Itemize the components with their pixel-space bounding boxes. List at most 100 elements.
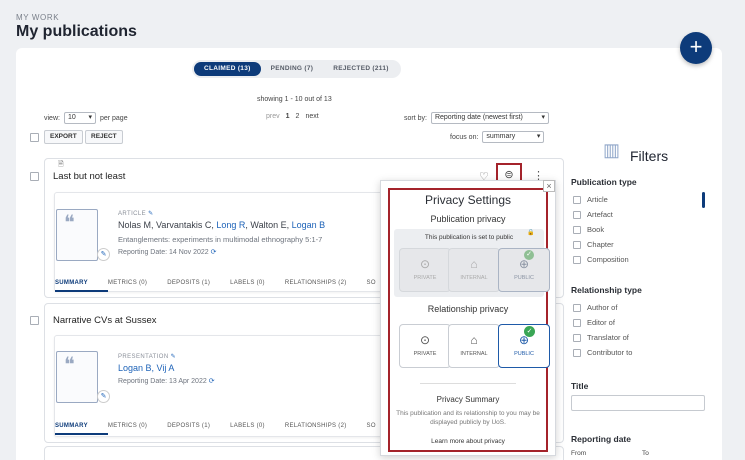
edit-icon[interactable]: ✎ [97,248,110,261]
filter-option[interactable]: Book [573,225,629,234]
publication-subtabs: SUMMARY METRICS (0) DEPOSITS (1) LABELS … [55,423,396,435]
publication-privacy-heading: Publication privacy [430,214,506,224]
publication-checkbox[interactable] [30,316,39,325]
close-icon[interactable]: × [543,180,555,192]
pagination: prev 1 2 next [266,113,319,120]
focus-select-value: summary [486,133,516,140]
next-link[interactable]: next [305,113,318,120]
reporting-date: Reporting Date: 14 Nov 2022 ⟳ [118,248,217,256]
publication-internal-option[interactable]: ⌂ INTERNAL [448,248,500,292]
publication-type: PRESENTATION ✎ [118,353,176,360]
lock-icon: 🔒 [527,230,535,236]
publication-privacy-note: This publication is set to public [424,234,514,241]
option-label: PUBLIC [514,275,534,281]
building-icon: ⌂ [470,257,478,271]
filter-checkbox[interactable] [573,195,581,204]
subtab-deposits[interactable]: DEPOSITS (1) [167,280,230,292]
filter-option[interactable]: Artefact [573,210,629,219]
chevron-down-icon: ▾ [536,133,541,140]
authors-text: Nolas M, Varvantakis C, [118,220,217,230]
filter-checkbox[interactable] [573,240,581,249]
subtab-metrics[interactable]: METRICS (0) [108,280,167,292]
subtab-metrics[interactable]: METRICS (0) [108,423,167,435]
filter-option-label: Chapter [587,240,614,249]
focus-select[interactable]: summary ▾ [482,131,545,143]
filter-checkbox[interactable] [573,318,581,327]
select-all-checkbox[interactable] [30,133,39,142]
publication-title[interactable]: Narrative CVs at Sussex [53,315,156,326]
view-select[interactable]: 10 ▾ [63,112,96,124]
filter-option[interactable]: Author of [573,303,632,312]
author-link[interactable]: Logan B, Vij A [118,363,174,373]
filter-option[interactable]: Article [573,195,629,204]
authors-line: Nolas M, Varvantakis C, Long R, Walton E… [118,220,325,230]
publication-thumbnail: ❝ [56,209,98,261]
filter-option[interactable]: Editor of [573,318,632,327]
subtab-labels[interactable]: LABELS (0) [230,423,285,435]
filter-relationship-type-heading: Relationship type [571,285,642,295]
filter-checkbox[interactable] [573,333,581,342]
filter-option-label: Contributor to [587,348,633,357]
filter-checkbox[interactable] [573,225,581,234]
sort-select[interactable]: Reporting date (newest first) ▾ [430,112,549,124]
page-2-link[interactable]: 2 [296,113,300,120]
filter-option[interactable]: Chapter [573,240,629,249]
publication-type: ARTICLE ✎ [118,210,154,217]
filter-illustration-icon: ▥ [603,140,621,160]
prev-link[interactable]: prev [266,113,280,120]
sort-control: sort by: Reporting date (newest first) ▾ [404,112,549,124]
filter-title-heading: Title [571,381,589,391]
date-to-label: To [642,450,649,457]
filter-checkbox[interactable] [573,210,581,219]
subtab-deposits[interactable]: DEPOSITS (1) [167,423,230,435]
publication-checkbox[interactable] [30,172,39,181]
publication-venue: Entanglements: experiments in multimodal… [118,235,323,244]
scrollbar-thumb[interactable] [702,192,705,208]
publication-title[interactable]: Last but not least [53,171,125,182]
edit-icon[interactable]: ✎ [171,354,176,360]
authors-text: , Walton E, [245,220,292,230]
section-label: MY WORK [16,13,60,22]
relationship-privacy-heading: Relationship privacy [427,304,509,314]
privacy-title: Privacy Settings [424,193,512,207]
page-1-link[interactable]: 1 [286,113,290,120]
filter-option-label: Article [587,195,608,204]
chevron-down-icon: ▾ [88,114,92,121]
reject-button[interactable]: REJECT [85,130,123,144]
author-link[interactable]: Logan B [292,220,326,230]
filters-title: Filters [630,148,669,164]
result-count: showing 1 - 10 out of 13 [257,96,332,103]
title-filter-input[interactable] [571,395,705,411]
check-icon: ✓ [524,250,534,260]
export-button[interactable]: EXPORT [44,130,83,144]
filter-checkbox[interactable] [573,348,581,357]
filter-option[interactable]: Translator of [573,333,632,342]
subtab-labels[interactable]: LABELS (0) [230,280,285,292]
author-link[interactable]: Long R [216,220,245,230]
tab-pending[interactable]: PENDING (7) [261,62,324,76]
refresh-icon[interactable]: ⟳ [209,378,215,385]
tab-rejected[interactable]: REJECTED (211) [323,62,399,76]
filter-checkbox[interactable] [573,303,581,312]
tab-claimed[interactable]: CLAIMED (13) [194,62,261,76]
refresh-icon[interactable]: ⟳ [211,249,217,256]
filter-checkbox[interactable] [573,255,581,264]
reporting-date-text: Reporting Date: 13 Apr 2022 [118,378,207,385]
filter-option[interactable]: Contributor to [573,348,632,357]
subtab-relationships[interactable]: RELATIONSHIPS (2) [285,280,367,292]
relationship-internal-option[interactable]: ⌂ INTERNAL [448,324,500,368]
focus-control: focus on: summary ▾ [450,131,545,143]
subtab-relationships[interactable]: RELATIONSHIPS (2) [285,423,367,435]
filter-reporting-date-heading: Reporting date [571,434,631,444]
add-publication-button[interactable]: + [680,32,712,64]
focus-label: focus on: [450,133,479,141]
edit-icon[interactable]: ✎ [148,211,153,217]
subtab-summary[interactable]: SUMMARY [55,280,108,292]
subtab-summary[interactable]: SUMMARY [55,423,108,435]
filter-option[interactable]: Composition [573,255,629,264]
learn-more-link[interactable]: Learn more about privacy [388,438,548,445]
publication-status-tabs: CLAIMED (13) PENDING (7) REJECTED (211) [192,60,401,78]
relationship-private-option[interactable]: ⊙ PRIVATE [399,324,451,368]
publication-private-option[interactable]: ⊙ PRIVATE [399,248,451,292]
edit-icon[interactable]: ✎ [97,390,110,403]
